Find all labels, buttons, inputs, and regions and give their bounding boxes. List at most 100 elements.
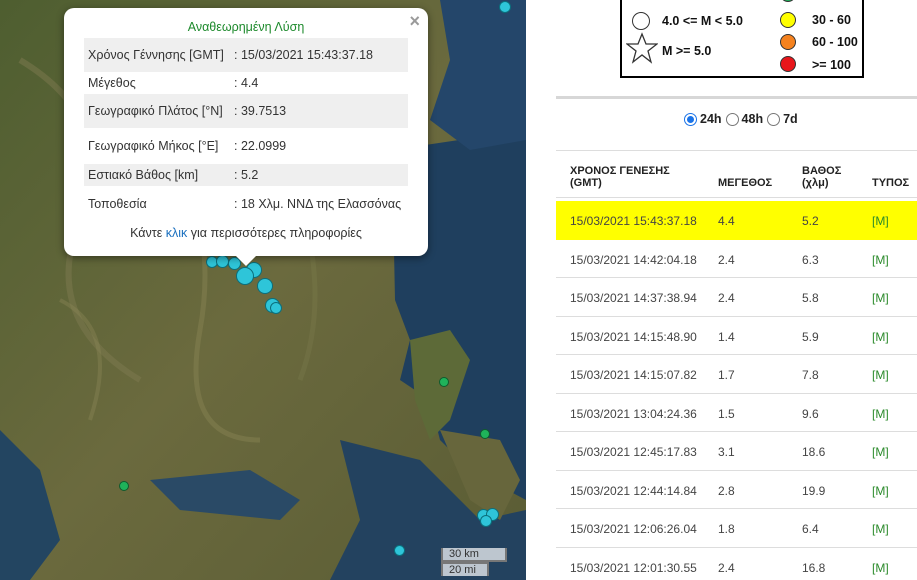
cell-mag: 1.7	[718, 368, 735, 382]
cell-type: [M]	[872, 252, 889, 267]
cell-depth: 5.8	[802, 291, 819, 305]
quake-info-popup: × Αναθεωρημένη Λύση Χρόνος Γέννησης [GMT…	[64, 8, 428, 266]
quake-marker[interactable]	[119, 481, 129, 491]
radio-7d[interactable]	[767, 112, 781, 126]
legend-circle-medium	[632, 12, 650, 30]
popup-value: : 4.4	[234, 75, 259, 90]
legend-yellow-dot	[780, 12, 796, 28]
cell-type: [M]	[872, 406, 889, 421]
quake-marker[interactable]	[394, 545, 405, 556]
legend-depth-2: 60 - 100	[812, 35, 858, 49]
cell-depth: 18.6	[802, 445, 826, 459]
popup-details: Χρόνος Γέννησης [GMT] : 15/03/2021 15:43…	[84, 38, 408, 222]
cell-type: [M]	[872, 483, 889, 498]
cell-type: [M]	[872, 560, 889, 575]
table-row[interactable]: 15/03/2021 14:42:04.18 2.4 6.3 [M]	[556, 240, 917, 278]
cell-depth: 6.3	[802, 252, 819, 267]
cell-time: 15/03/2021 14:42:04.18	[570, 252, 697, 267]
radio-label-48h: 48h	[741, 112, 764, 126]
quake-table-body: 15/03/2021 15:43:37.18 4.4 5.2 [M] 15/03/202…	[556, 201, 917, 580]
popup-label: Μέγεθος	[88, 75, 136, 90]
cell-time: 15/03/2021 15:43:37.18	[570, 214, 697, 228]
popup-value: : 18 Χλμ. ΝΝΔ της Ελασσόνας	[234, 196, 402, 211]
table-row-selected[interactable]: 15/03/2021 15:43:37.18 4.4 5.2 [M]	[556, 201, 917, 240]
more-info-text: Κάντε κλικ για περισσότερες πληροφορίες	[130, 226, 362, 240]
cell-time: 15/03/2021 12:44:14.84	[570, 483, 697, 498]
table-row[interactable]: 15/03/2021 12:06:26.04 1.8 6.4 [M]	[556, 509, 917, 548]
cell-mag: 1.8	[718, 522, 735, 536]
header-depth: ΒΑΘΟΣ (χλμ)	[802, 165, 842, 189]
popup-value: : 15/03/2021 15:43:37.18	[230, 38, 408, 72]
table-row[interactable]: 15/03/2021 13:04:24.36 1.5 9.6 [M]	[556, 394, 917, 432]
scale-km: 30 km	[441, 548, 507, 562]
popup-row: Γεωγραφικό Πλάτος [°N] : 39.7513	[84, 94, 408, 128]
popup-value: : 39.7513	[230, 94, 408, 128]
cell-time: 15/03/2021 12:01:30.55	[570, 560, 697, 575]
table-row[interactable]: 15/03/2021 12:45:17.83 3.1 18.6 [M]	[556, 432, 917, 471]
popup-label: Γεωγραφικό Μήκος [°E]	[88, 138, 219, 153]
popup-label: Γεωγραφικό Πλάτος [°N]	[84, 94, 230, 128]
map-legend: 4.0 <= M < 5.0 30 - 60 M >= 5.0 60 - 100…	[620, 0, 864, 78]
quake-marker[interactable]	[270, 302, 282, 314]
table-row[interactable]: 15/03/2021 14:15:07.82 1.7 7.8 [M]	[556, 355, 917, 394]
quake-marker[interactable]	[480, 429, 490, 439]
quake-list-panel: 4.0 <= M < 5.0 30 - 60 M >= 5.0 60 - 100…	[526, 0, 917, 580]
quake-marker[interactable]	[499, 1, 511, 13]
quake-marker-selected[interactable]	[236, 267, 254, 285]
legend-mag-high: M >= 5.0	[662, 44, 712, 58]
more-info-link[interactable]: κλικ	[166, 226, 188, 240]
table-row[interactable]: 15/03/2021 14:37:38.94 2.4 5.8 [M]	[556, 278, 917, 317]
table-row[interactable]: 15/03/2021 12:01:30.55 2.4 16.8 [M]	[556, 548, 917, 580]
cell-type: [M]	[872, 445, 889, 459]
header-type: ΤΥΠΟΣ	[872, 177, 910, 189]
table-header: ΧΡΟΝΟΣ ΓΕΝΕΣΗΣ (GMT) ΜΕΓΕΘΟΣ ΒΑΘΟΣ (χλμ)…	[556, 150, 917, 198]
close-icon[interactable]: ×	[409, 12, 420, 30]
cell-depth: 19.9	[802, 483, 826, 498]
quake-marker[interactable]	[439, 377, 449, 387]
cell-mag: 2.8	[718, 483, 735, 498]
popup-label: Τοποθεσία	[88, 196, 147, 211]
quake-marker[interactable]	[216, 255, 229, 268]
table-row[interactable]: 15/03/2021 14:15:48.90 1.4 5.9 [M]	[556, 317, 917, 355]
scale-mi: 20 mi	[441, 562, 489, 576]
cell-depth: 7.8	[802, 368, 819, 382]
cell-time: 15/03/2021 12:45:17.83	[570, 445, 697, 459]
cell-type: [M]	[872, 214, 889, 228]
legend-orange-dot	[780, 34, 796, 50]
popup-title: Αναθεωρημένη Λύση	[187, 20, 305, 34]
cell-time: 15/03/2021 13:04:24.36	[570, 406, 697, 421]
cell-depth: 16.8	[802, 560, 826, 575]
popup-value: : 5.2	[230, 164, 408, 186]
cell-depth: 6.4	[802, 522, 819, 536]
map-view[interactable]: × Αναθεωρημένη Λύση Χρόνος Γέννησης [GMT…	[0, 0, 526, 580]
popup-label: Χρόνος Γέννησης [GMT]	[84, 38, 230, 72]
cell-type: [M]	[872, 329, 889, 344]
cell-mag: 2.4	[718, 291, 735, 305]
header-time: ΧΡΟΝΟΣ ΓΕΝΕΣΗΣ (GMT)	[570, 165, 670, 189]
popup-label: Εστιακό Βάθος [km]	[84, 164, 230, 186]
legend-depth-3: >= 100	[812, 58, 851, 72]
quake-marker[interactable]	[257, 278, 273, 294]
popup-row: Τοποθεσία : 18 Χλμ. ΝΝΔ της Ελασσόνας	[84, 186, 408, 222]
radio-24h[interactable]	[684, 112, 697, 126]
popup-row: Χρόνος Γέννησης [GMT] : 15/03/2021 15:43…	[84, 38, 408, 72]
header-mag: ΜΕΓΕΘΟΣ	[718, 177, 773, 189]
divider	[556, 96, 917, 99]
cell-depth: 5.9	[802, 329, 819, 344]
quake-marker[interactable]	[480, 515, 492, 527]
cell-mag: 4.4	[718, 214, 735, 228]
cell-depth: 5.2	[802, 214, 819, 228]
cell-mag: 2.4	[718, 560, 735, 575]
cell-time: 15/03/2021 14:37:38.94	[570, 291, 697, 305]
popup-row: Μέγεθος : 4.4	[84, 72, 408, 94]
cell-mag: 1.5	[718, 406, 735, 421]
popup-value: : 22.0999	[234, 138, 287, 153]
table-row[interactable]: 15/03/2021 12:44:14.84 2.8 19.9 [M]	[556, 471, 917, 509]
popup-row: Γεωγραφικό Μήκος [°E] : 22.0999	[84, 128, 408, 164]
radio-48h[interactable]	[725, 112, 739, 126]
legend-green-dot	[780, 0, 796, 2]
legend-red-dot	[780, 56, 796, 72]
legend-mag-mid: 4.0 <= M < 5.0	[662, 14, 743, 28]
cell-time: 15/03/2021 14:15:48.90	[570, 329, 697, 344]
time-filter: 24h 48h 7d	[684, 112, 802, 126]
